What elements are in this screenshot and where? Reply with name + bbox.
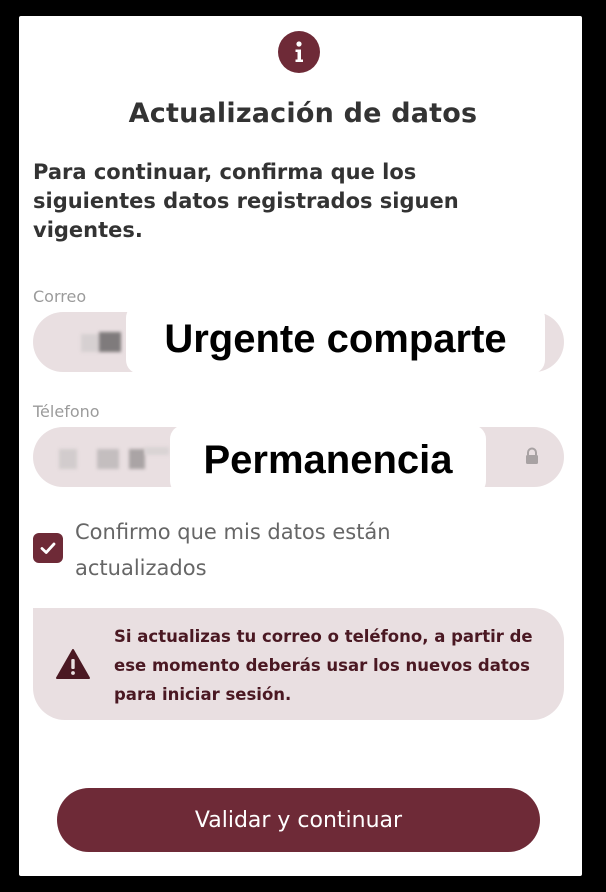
- redacted-value: [99, 332, 121, 352]
- confirm-label[interactable]: Confirmo que mis datos están actualizado…: [75, 514, 495, 586]
- dialog-intro: Para continuar, confirma que los siguien…: [33, 160, 459, 242]
- redacted-value: [59, 449, 77, 469]
- redacted-value: [129, 449, 145, 469]
- confirm-checkbox[interactable]: [33, 533, 63, 563]
- info-icon: [278, 31, 320, 73]
- lock-icon: [526, 447, 538, 464]
- notice-text: Si actualizas tu correo o teléfono, a pa…: [114, 627, 533, 704]
- dialog-title: Actualización de datos: [128, 98, 478, 129]
- phone-label: Télefono: [33, 402, 100, 421]
- overlay-caption-top: Urgente comparte: [126, 304, 545, 374]
- redacted-value: [145, 447, 169, 455]
- warning-icon: [56, 649, 90, 679]
- overlay-caption-bottom: Permanencia: [170, 425, 486, 495]
- redacted-value: [81, 334, 99, 352]
- redacted-value: [97, 449, 119, 469]
- check-icon: [40, 542, 56, 554]
- validate-continue-button[interactable]: Validar y continuar: [57, 788, 540, 852]
- email-label: Correo: [33, 287, 87, 306]
